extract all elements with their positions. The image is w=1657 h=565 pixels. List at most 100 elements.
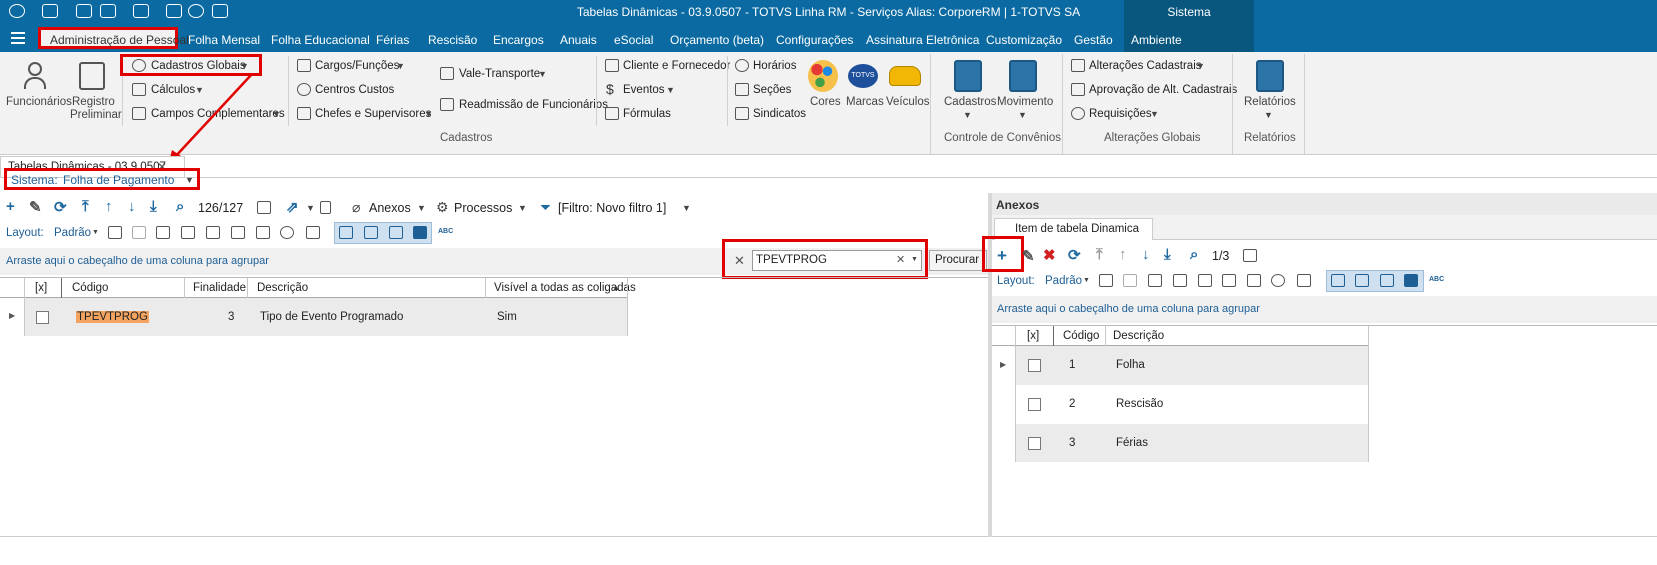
row-checkbox[interactable]: [36, 311, 49, 324]
sort-asc-icon[interactable]: ▲: [612, 283, 620, 292]
book-arrow-icon[interactable]: [1009, 60, 1037, 92]
row-checkbox[interactable]: [1028, 437, 1041, 450]
anexos-button[interactable]: Anexos: [369, 201, 411, 215]
chevron-down-icon[interactable]: ▼: [911, 256, 918, 263]
clear-icon[interactable]: ✕: [896, 253, 905, 266]
chefes-button[interactable]: Chefes e Supervisores: [315, 108, 431, 120]
menu-encargos[interactable]: Encargos: [493, 33, 544, 47]
car-icon[interactable]: [889, 66, 921, 86]
edit-icon[interactable]: ✎: [1022, 247, 1035, 265]
menu-anuais[interactable]: Anuais: [560, 33, 597, 47]
col-header-descricao[interactable]: Descrição: [257, 282, 308, 294]
document-icon[interactable]: [320, 201, 331, 214]
first-record-icon[interactable]: ⤒: [82, 198, 89, 215]
centros-button[interactable]: Centros Custos: [315, 84, 394, 96]
col-header-codigo[interactable]: Código: [72, 282, 108, 294]
chevron-down-icon[interactable]: ▼: [666, 85, 675, 95]
sitemap-icon[interactable]: [42, 4, 58, 18]
chevron-down-icon[interactable]: ▼: [1018, 110, 1027, 120]
requisicoes-button[interactable]: Requisições: [1089, 108, 1152, 120]
view-3-icon[interactable]: [389, 226, 403, 239]
refresh-icon[interactable]: ⟳: [54, 198, 67, 216]
chart-icon[interactable]: [1297, 274, 1311, 287]
chevron-down-icon[interactable]: ▼: [396, 61, 405, 71]
add-row-icon[interactable]: [1099, 274, 1113, 287]
color-icon[interactable]: [1271, 274, 1285, 287]
calculator-icon[interactable]: [166, 4, 182, 18]
registro-label1[interactable]: Registro: [72, 96, 115, 108]
palette-icon[interactable]: [808, 60, 838, 92]
copy-icon[interactable]: [1148, 274, 1162, 287]
search-icon[interactable]: ⌕: [1190, 246, 1198, 263]
menu-customizacao[interactable]: Customização: [986, 33, 1062, 47]
anexos-col-select[interactable]: [x]: [1027, 330, 1039, 342]
view-2-icon[interactable]: [364, 226, 378, 239]
color-icon[interactable]: [280, 226, 294, 239]
upload-icon[interactable]: [1173, 274, 1187, 287]
logo-icon[interactable]: [9, 4, 25, 18]
view-1-icon[interactable]: [339, 226, 353, 239]
movimento-button[interactable]: Movimento: [997, 96, 1053, 108]
chevron-down-icon[interactable]: ▼: [185, 175, 194, 185]
upload-icon[interactable]: [181, 226, 195, 239]
clear-search-icon[interactable]: ✕: [734, 253, 745, 269]
chevron-down-icon[interactable]: ▼: [272, 109, 281, 119]
search-icon[interactable]: ⌕: [176, 198, 184, 215]
sistema-select[interactable]: Folha de Pagamento: [63, 173, 174, 187]
row-checkbox[interactable]: [1028, 359, 1041, 372]
alteracoes-button[interactable]: Alterações Cadastrais: [1089, 60, 1202, 72]
menu-admin-pessoal[interactable]: Administração de Pessoal: [50, 33, 189, 47]
secoes-button[interactable]: Seções: [753, 84, 791, 96]
menu-rescisao[interactable]: Rescisão: [428, 33, 477, 47]
chevron-down-icon[interactable]: ▼: [92, 229, 99, 236]
menu-orcamento[interactable]: Orçamento (beta): [670, 33, 764, 47]
registro-label2[interactable]: Preliminar: [70, 109, 122, 121]
spellcheck-icon[interactable]: ABC: [438, 228, 453, 235]
anexos-col-descricao[interactable]: Descrição: [1113, 330, 1164, 342]
chevron-down-icon[interactable]: ▼: [424, 109, 433, 119]
next-record-icon[interactable]: ↓: [1142, 246, 1150, 263]
view-4-icon[interactable]: [1404, 274, 1418, 287]
download-icon[interactable]: [206, 226, 220, 239]
eventos-button[interactable]: Eventos: [623, 84, 665, 96]
refresh-icon[interactable]: ⟳: [1068, 246, 1081, 264]
menu-esocial[interactable]: eSocial: [614, 33, 653, 47]
spellcheck-icon[interactable]: ABC: [1429, 276, 1444, 283]
prev-record-icon[interactable]: ↑: [1119, 246, 1127, 263]
processos-button[interactable]: Processos: [454, 201, 512, 215]
chevron-down-icon[interactable]: ▼: [1264, 110, 1273, 120]
view-4-icon[interactable]: [413, 226, 427, 239]
home-icon[interactable]: [133, 4, 149, 18]
delete-row-icon[interactable]: [132, 226, 146, 239]
report-icon[interactable]: [1256, 60, 1284, 92]
download-icon[interactable]: [1198, 274, 1212, 287]
veiculos-button[interactable]: Veículos: [886, 96, 929, 108]
cores-button[interactable]: Cores: [810, 96, 841, 108]
col-header-finalidade[interactable]: Finalidade: [193, 282, 246, 294]
cadastros-conv-button[interactable]: Cadastros: [944, 96, 996, 108]
chevron-down-icon[interactable]: ▼: [518, 203, 527, 213]
funcionarios-button[interactable]: Funcionários: [6, 96, 72, 108]
delete-row-icon[interactable]: [1123, 274, 1137, 287]
row-checkbox[interactable]: [1028, 398, 1041, 411]
columns-icon[interactable]: [1243, 249, 1257, 262]
aprovacao-button[interactable]: Aprovação de Alt. Cadastrais: [1089, 84, 1237, 96]
readmissao-button[interactable]: Readmissão de Funcionários: [459, 99, 608, 111]
paint-icon[interactable]: [1222, 274, 1236, 287]
chevron-down-icon[interactable]: ▼: [1150, 109, 1159, 119]
first-record-icon[interactable]: ⤒: [1096, 246, 1103, 263]
exit-icon[interactable]: [212, 4, 228, 18]
add-icon[interactable]: +: [6, 198, 15, 215]
registro-icon[interactable]: [79, 62, 105, 90]
chevron-down-icon[interactable]: ▼: [963, 110, 972, 120]
menu-ambiente[interactable]: Ambiente: [1131, 33, 1182, 47]
filter-button[interactable]: [Filtro: Novo filtro 1]: [558, 201, 666, 215]
menu-folha-mensal[interactable]: Folha Mensal: [188, 33, 260, 47]
eye-icon[interactable]: [76, 4, 92, 18]
view-3-icon[interactable]: [1380, 274, 1394, 287]
chart-icon[interactable]: [306, 226, 320, 239]
relatorios-button[interactable]: Relatórios: [1244, 96, 1296, 108]
copy-icon[interactable]: [156, 226, 170, 239]
col-header-select[interactable]: [x]: [35, 282, 47, 294]
help-icon[interactable]: [188, 4, 204, 18]
